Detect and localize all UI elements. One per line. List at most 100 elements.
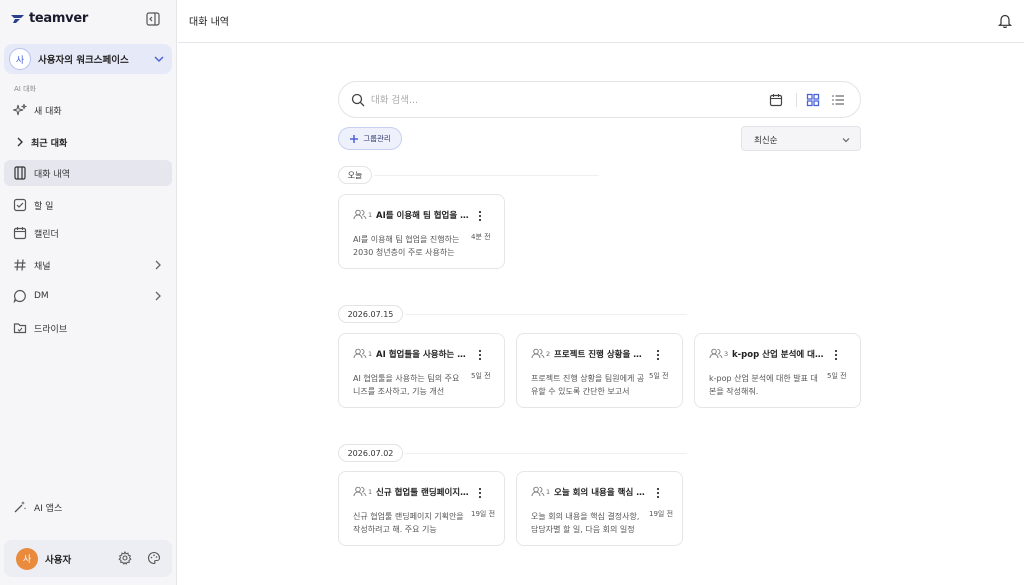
card-description: AI를 이용해 팀 협업을 진행하는 2030 청년층이 주로 사용하는 xyxy=(353,235,460,257)
list-view-icon[interactable] xyxy=(831,93,845,107)
magic-wand-icon xyxy=(13,500,27,514)
avatar: 사 xyxy=(16,547,38,570)
card-time: 4분 전 xyxy=(471,233,491,241)
member-count: 3 xyxy=(709,348,728,359)
card-title: 오늘 회의 내용을 핵심 결정사항 xyxy=(554,488,648,498)
chat-card[interactable]: 1 AI를 이용해 팀 협업을 진행하는 AI를 이용해 팀 협업을 진행하는 … xyxy=(338,194,505,269)
sidebar-item-recent-chats[interactable]: 최근 대화 xyxy=(4,129,172,155)
gear-icon[interactable] xyxy=(118,551,132,565)
member-count: 1 xyxy=(353,209,372,220)
sort-select[interactable]: 최신순 xyxy=(741,126,861,151)
chat-card[interactable]: 2 프로젝트 진행 상황을 팀원에게 프로젝트 진행 상황을 팀원에게 공유할 … xyxy=(516,333,683,408)
card-description: 오늘 회의 내용을 핵심 결정사항, 담당자별 할 일, 다음 회의 일정 xyxy=(531,512,640,534)
sidebar-item-drive[interactable]: 드라이브 xyxy=(4,315,172,341)
users-icon xyxy=(531,486,545,497)
chat-card[interactable]: 1 신규 협업툴 랜딩페이지 기획안 신규 협업툴 랜딩페이지 기획안을 작성하… xyxy=(338,471,505,546)
more-options-icon[interactable] xyxy=(833,349,839,361)
chat-history-icon xyxy=(13,166,27,180)
users-icon xyxy=(709,348,723,359)
card-time: 5일 전 xyxy=(827,372,847,380)
users-icon xyxy=(353,486,367,497)
member-count-value: 1 xyxy=(368,349,373,358)
grid-view-icon[interactable] xyxy=(806,93,820,107)
workspace-avatar: 사 xyxy=(9,48,31,70)
chat-card[interactable]: 3 k-pop 산업 분석에 대한 발표 k-pop 산업 분석에 대한 발표 … xyxy=(694,333,861,408)
card-time: 19일 전 xyxy=(471,510,496,518)
sort-value: 최신순 xyxy=(754,136,778,146)
member-count: 1 xyxy=(353,486,372,497)
sidebar-item-label: 새 대화 xyxy=(34,106,62,117)
date-group-label: 오늘 xyxy=(338,166,372,184)
sidebar-item-label: 캘린더 xyxy=(34,229,59,240)
sidebar-item-dm[interactable]: DM xyxy=(4,283,172,309)
chevron-right-icon xyxy=(13,135,27,149)
member-count: 2 xyxy=(531,348,550,359)
sidebar-item-todo[interactable]: 할 일 xyxy=(4,192,172,218)
divider xyxy=(796,93,797,107)
divider xyxy=(405,453,687,454)
card-time: 19일 전 xyxy=(649,510,674,518)
member-count-value: 1 xyxy=(368,487,373,496)
member-count: 1 xyxy=(531,486,550,497)
sidebar-item-new-chat[interactable]: 새 대화 xyxy=(4,97,172,123)
chevron-down-icon xyxy=(842,138,850,143)
search-icon xyxy=(351,93,365,107)
card-title: AI를 이용해 팀 협업을 진행하는 xyxy=(376,211,470,221)
chat-card[interactable]: 1 오늘 회의 내용을 핵심 결정사항 오늘 회의 내용을 핵심 결정사항, 담… xyxy=(516,471,683,546)
user-profile[interactable]: 사 사용자 xyxy=(4,540,172,577)
group-manage-button[interactable]: 그룹관리 xyxy=(338,127,402,150)
calendar-filter-icon[interactable] xyxy=(769,93,783,107)
bell-icon[interactable] xyxy=(998,13,1012,28)
card-description: AI 협업툴을 사용하는 팀의 주요 니즈를 조사하고, 기능 개선 xyxy=(353,374,460,396)
divider xyxy=(405,314,687,315)
sidebar-item-chat-history[interactable]: 대화 내역 xyxy=(4,160,172,186)
sidebar: teamver 사 사용자의 워크스페이스 AI 대화 새 대화 최근 대화 대… xyxy=(0,0,177,585)
folder-icon xyxy=(13,321,27,335)
sidebar-item-label: 할 일 xyxy=(34,201,54,212)
workspace-selector[interactable]: 사 사용자의 워크스페이스 xyxy=(4,44,172,74)
sidebar-item-label: AI 앱스 xyxy=(34,503,63,514)
search-bar xyxy=(338,81,861,118)
card-time: 5일 전 xyxy=(649,372,669,380)
card-time: 5일 전 xyxy=(471,372,491,380)
chevron-right-icon xyxy=(155,291,161,301)
date-group-label: 2026.07.15 xyxy=(338,305,403,323)
card-title: k-pop 산업 분석에 대한 발표 xyxy=(732,350,826,360)
divider xyxy=(374,175,599,176)
more-options-icon[interactable] xyxy=(655,487,661,499)
message-icon xyxy=(13,289,27,303)
card-description: 프로젝트 진행 상황을 팀원에게 공유할 수 있도록 간단한 보고서 xyxy=(531,374,645,396)
section-label-ai-chat: AI 대화 xyxy=(14,85,36,93)
member-count-value: 2 xyxy=(546,349,551,358)
sidebar-item-label: 대화 내역 xyxy=(34,169,70,180)
top-bar: 대화 내역 xyxy=(178,0,1024,43)
more-options-icon[interactable] xyxy=(477,210,483,222)
users-icon xyxy=(353,209,367,220)
more-options-icon[interactable] xyxy=(477,349,483,361)
page-title: 대화 내역 xyxy=(189,17,229,28)
chevron-down-icon xyxy=(154,56,164,63)
logo[interactable]: teamver xyxy=(10,11,88,26)
card-description: k-pop 산업 분석에 대한 발표 대본을 작성해줘. xyxy=(709,374,818,396)
palette-icon[interactable] xyxy=(147,551,161,565)
member-count: 1 xyxy=(353,348,372,359)
sidebar-item-label: 채널 xyxy=(34,261,51,272)
sidebar-item-calendar[interactable]: 캘린더 xyxy=(4,220,172,246)
member-count-value: 3 xyxy=(724,349,729,358)
search-input[interactable] xyxy=(371,92,751,108)
sidebar-item-channel[interactable]: 채널 xyxy=(4,252,172,278)
group-manage-label: 그룹관리 xyxy=(363,134,391,143)
card-title: 신규 협업툴 랜딩페이지 기획안 xyxy=(376,488,470,498)
user-name: 사용자 xyxy=(45,554,72,566)
sidebar-item-ai-apps[interactable]: AI 앱스 xyxy=(4,494,172,520)
hash-icon xyxy=(13,258,27,272)
sidebar-item-label: 드라이브 xyxy=(34,324,68,335)
plus-icon xyxy=(350,134,359,143)
more-options-icon[interactable] xyxy=(477,487,483,499)
chat-card[interactable]: 1 AI 협업툴을 사용하는 팀의 주요 AI 협업툴을 사용하는 팀의 주요 … xyxy=(338,333,505,408)
teamver-logo-icon xyxy=(11,14,24,23)
sidebar-item-label: DM xyxy=(34,291,49,301)
sidebar-collapse-icon[interactable] xyxy=(146,12,160,26)
calendar-icon xyxy=(13,226,27,240)
more-options-icon[interactable] xyxy=(655,349,661,361)
